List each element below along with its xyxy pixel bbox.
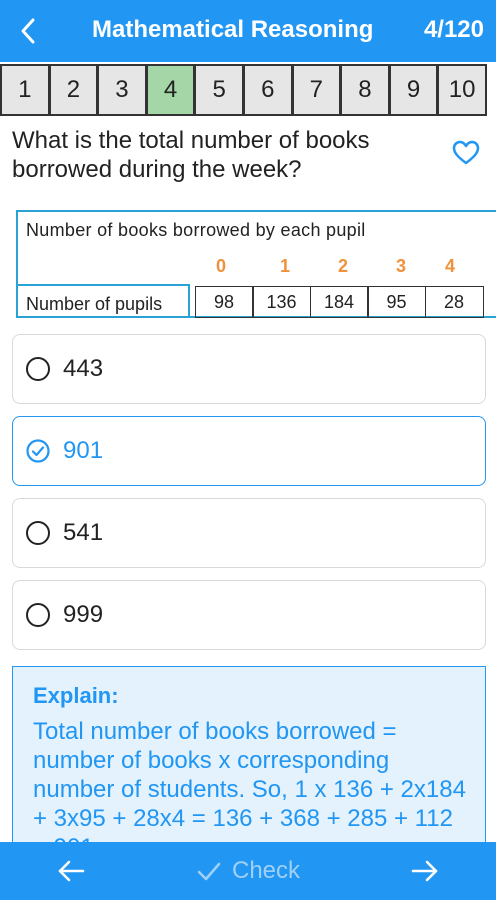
question-navigator: 1 2 3 4 5 6 7 8 9 10 [0,64,496,116]
question-counter: 4/120 [423,16,484,43]
page-title: Mathematical Reasoning [92,16,374,43]
pupil-count: 95 [367,286,426,318]
answer-option-1[interactable]: 443 [12,334,486,404]
book-count: 1 [280,256,291,276]
next-button[interactable] [410,859,440,888]
table-divider [188,284,190,318]
book-count: 0 [216,256,227,276]
pupil-count: 28 [424,286,484,318]
radio-icon [26,603,50,627]
explanation-panel: Explain: Total number of books borrowed … [12,666,486,846]
radio-icon [26,357,50,381]
question-tab-2[interactable]: 2 [48,64,99,116]
check-button[interactable]: Check [196,857,300,885]
question-tab-5[interactable]: 5 [194,64,244,116]
question-tab-8[interactable]: 8 [340,64,390,116]
previous-button[interactable] [56,859,86,888]
book-count: 2 [338,256,349,276]
answer-option-label: 541 [63,519,104,546]
question-tab-6[interactable]: 6 [242,64,293,116]
answer-option-2[interactable]: 901 [12,416,486,486]
arrow-right-icon [411,860,438,882]
answer-option-4[interactable]: 999 [12,580,486,650]
pupil-count: 98 [194,286,254,318]
answer-option-label: 443 [63,355,104,382]
check-button-label: Check [232,857,301,884]
check-circle-icon [26,439,50,463]
question-tab-9[interactable]: 9 [388,64,439,116]
back-button[interactable] [0,0,56,62]
app-header: Mathematical Reasoning 4/120 [0,0,496,62]
radio-icon [26,521,50,545]
pupil-count: 136 [252,286,311,318]
book-count: 4 [445,256,456,276]
arrow-left-icon [58,860,85,882]
answer-option-label: 999 [63,601,104,628]
question-tab-7[interactable]: 7 [291,64,342,116]
pupil-count: 184 [309,286,369,318]
chevron-left-icon [21,18,35,44]
question-tab-10[interactable]: 10 [437,64,487,116]
question-tab-3[interactable]: 3 [97,64,147,116]
table-header-label: Number of books borrowed by each pupil [26,220,366,240]
table-divider [18,284,188,286]
explanation-title: Explain: [33,683,119,708]
explanation-text: Total number of books borrowed = number … [33,718,466,845]
answer-option-3[interactable]: 541 [12,498,486,568]
bottom-toolbar: Check [0,842,496,900]
heart-icon [452,140,480,165]
question-text: What is the total number of books borrow… [12,127,370,183]
checkmark-icon [197,862,221,881]
question-tab-1[interactable]: 1 [0,64,50,116]
pupil-count-row: 98 136 184 95 28 [194,286,484,318]
table-row-label: Number of pupils [26,294,163,314]
book-count: 3 [396,256,407,276]
books-table: Number of books borrowed by each pupil 0… [16,210,496,318]
question-tab-4[interactable]: 4 [145,64,196,116]
answer-option-label: 901 [63,437,104,464]
favorite-button[interactable] [452,140,480,171]
